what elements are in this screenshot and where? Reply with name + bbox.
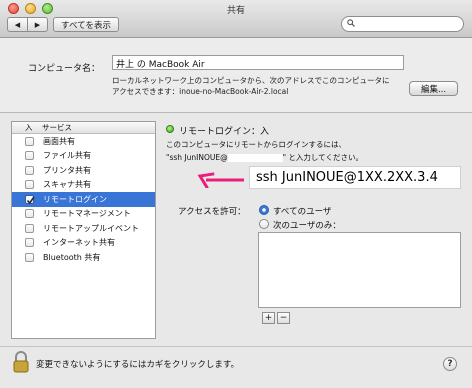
computer-address-description: ローカルネットワーク上のコンピュータから、次のアドレスでこのコンピュータに アク…	[112, 75, 412, 97]
computer-name-field[interactable]: 井上 の MacBook Air	[112, 55, 404, 70]
service-checkbox[interactable]	[25, 252, 34, 262]
lock-icon[interactable]	[12, 351, 30, 373]
status-text: リモートログイン：入	[179, 127, 270, 137]
login-instructions: このコンピュータにリモートからログインするには、	[166, 140, 346, 149]
service-label: リモートマネージメント	[43, 209, 131, 219]
ssh-prefix: "ssh JunINOUE@	[166, 153, 228, 162]
help-button[interactable]: ?	[443, 357, 457, 371]
footer-divider	[0, 346, 472, 347]
service-checkbox[interactable]	[25, 223, 34, 233]
address-mask	[227, 154, 283, 162]
radio-all-users-label: すべてのユーザ	[273, 207, 332, 217]
access-label: アクセスを許可：	[178, 207, 246, 217]
header-service: サービス	[42, 123, 72, 132]
service-row[interactable]: インターネット共有	[12, 236, 155, 251]
window-title: 共有	[226, 6, 245, 16]
status-indicator-icon	[166, 125, 174, 133]
service-label: スキャナ共有	[43, 180, 91, 190]
add-user-button[interactable]: +	[262, 312, 275, 324]
show-all-button[interactable]: すべてを表示	[53, 17, 119, 32]
ssh-callout: ssh JunINOUE@1XX.2XX.3.4	[249, 166, 461, 189]
search-input[interactable]	[341, 16, 464, 32]
lock-text: 変更できないようにするにはカギをクリックします。	[36, 360, 240, 370]
back-button[interactable]: ◀	[7, 17, 28, 32]
remove-user-button[interactable]: −	[277, 312, 290, 324]
service-checkbox[interactable]	[25, 180, 34, 190]
forward-icon: ▶	[34, 20, 41, 29]
search-icon	[347, 19, 355, 27]
service-checkbox[interactable]	[25, 194, 35, 205]
service-label: プリンタ共有	[43, 165, 91, 175]
service-checkbox[interactable]	[25, 238, 34, 248]
ssh-command-text: "ssh JunINOUE@ " と入力してください。	[166, 152, 363, 163]
service-row[interactable]: リモートマネージメント	[12, 207, 155, 222]
service-label: 画面共有	[43, 136, 75, 146]
radio-all-users[interactable]	[259, 205, 269, 215]
service-label: ファイル共有	[43, 151, 91, 161]
forward-button[interactable]: ▶	[27, 17, 48, 32]
service-label: リモートログイン	[43, 194, 107, 204]
service-row[interactable]: ファイル共有	[12, 149, 155, 164]
service-checkbox[interactable]	[25, 165, 34, 175]
pink-arrow-icon	[197, 172, 244, 188]
service-row[interactable]: スキャナ共有	[12, 178, 155, 193]
service-row[interactable]: 画面共有	[12, 134, 155, 149]
radio-only-users[interactable]	[259, 219, 269, 229]
services-header: 入 サービス	[12, 122, 155, 134]
header-on: 入	[25, 123, 33, 132]
services-list[interactable]: 入 サービス 画面共有ファイル共有 プリンタ共有 スキャナ共有リモートログインリモー…	[11, 121, 156, 339]
service-label: Bluetooth 共有	[43, 252, 101, 262]
description-line-2: アクセスできます：inoue-no-MacBook-Air-2.local	[112, 87, 289, 96]
radio-only-users-label: 次のユーザのみ：	[273, 221, 341, 231]
service-label: インターネット共有	[43, 238, 115, 248]
computer-name-label: コンピュータ名：	[28, 64, 101, 74]
service-label: リモートアップルイベント	[43, 223, 139, 233]
service-row[interactable]: リモートログイン	[12, 192, 155, 207]
service-checkbox[interactable]	[25, 136, 34, 146]
description-line-1: ローカルネットワーク上のコンピュータから、次のアドレスでこのコンピュータに	[112, 76, 390, 85]
service-checkbox[interactable]	[25, 151, 34, 161]
service-row[interactable]: プリンタ共有	[12, 163, 155, 178]
back-icon: ◀	[14, 20, 21, 29]
service-checkbox[interactable]	[25, 209, 34, 219]
service-row[interactable]: リモートアップルイベント	[12, 221, 155, 236]
edit-button[interactable]: 編集...	[409, 81, 458, 96]
ssh-suffix: " と入力してください。	[282, 153, 363, 162]
title-bar: 共有 ◀ ▶ すべてを表示	[0, 0, 472, 38]
users-list[interactable]	[258, 232, 461, 308]
service-row[interactable]: Bluetooth 共有	[12, 250, 155, 265]
